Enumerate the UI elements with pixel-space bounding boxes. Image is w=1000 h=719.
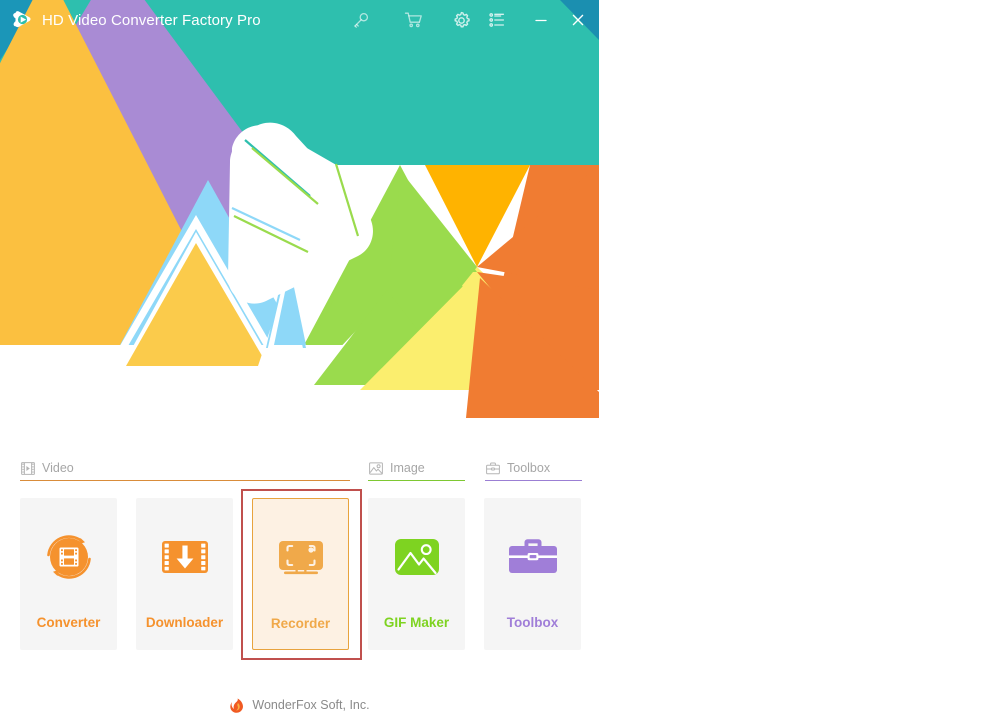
window-title: HD Video Converter Factory Pro bbox=[42, 11, 261, 29]
footer: WonderFox Soft, Inc. bbox=[0, 694, 599, 716]
card-toolbox[interactable]: Toolbox bbox=[484, 498, 581, 650]
key-icon[interactable] bbox=[346, 5, 376, 35]
category-underline-video bbox=[20, 479, 350, 481]
application-window: HD Video Converter Factory Pro Video Ima… bbox=[0, 0, 599, 719]
card-label-converter: Converter bbox=[36, 615, 101, 630]
card-converter[interactable]: Converter bbox=[20, 498, 117, 650]
cart-icon[interactable] bbox=[398, 5, 428, 35]
card-label-recorder: Recorder bbox=[270, 616, 331, 631]
minimize-icon[interactable] bbox=[526, 5, 556, 35]
hero-geometric-artwork bbox=[0, 0, 599, 418]
category-label-toolbox: Toolbox bbox=[507, 461, 551, 475]
list-icon[interactable] bbox=[482, 5, 512, 35]
card-gif-maker[interactable]: GIF Maker bbox=[368, 498, 465, 650]
gear-icon[interactable] bbox=[446, 5, 476, 35]
category-label-video: Video bbox=[42, 461, 74, 475]
category-underline-toolbox bbox=[485, 479, 582, 481]
converter-icon bbox=[40, 528, 98, 586]
play-logo-icon bbox=[10, 7, 36, 33]
category-tab-image[interactable]: Image bbox=[368, 455, 465, 481]
feature-card-row: Converter Downloader Recorder GIF Maker … bbox=[0, 498, 599, 653]
card-label-downloader: Downloader bbox=[145, 615, 224, 630]
card-label-toolbox: Toolbox bbox=[506, 615, 559, 630]
close-icon[interactable] bbox=[563, 5, 593, 35]
card-label-gif-maker: GIF Maker bbox=[383, 615, 450, 630]
category-label-image: Image bbox=[390, 461, 425, 475]
downloader-icon bbox=[156, 528, 214, 586]
title-bar: HD Video Converter Factory Pro bbox=[0, 0, 599, 40]
category-tab-row: Video Image Toolbox bbox=[0, 455, 599, 483]
recorder-icon bbox=[272, 529, 330, 587]
briefcase-icon bbox=[485, 461, 500, 476]
card-recorder[interactable]: Recorder bbox=[252, 498, 349, 650]
category-underline-image bbox=[368, 479, 465, 481]
category-tab-toolbox[interactable]: Toolbox bbox=[485, 455, 582, 481]
hero-banner bbox=[0, 0, 599, 418]
category-tab-video[interactable]: Video bbox=[20, 455, 350, 481]
card-downloader[interactable]: Downloader bbox=[136, 498, 233, 650]
picture-icon bbox=[368, 461, 383, 476]
film-icon bbox=[20, 461, 35, 476]
gif-maker-icon bbox=[388, 528, 446, 586]
toolbox-icon bbox=[504, 528, 562, 586]
footer-text: WonderFox Soft, Inc. bbox=[252, 698, 370, 712]
wonderfox-flame-icon bbox=[229, 698, 244, 713]
